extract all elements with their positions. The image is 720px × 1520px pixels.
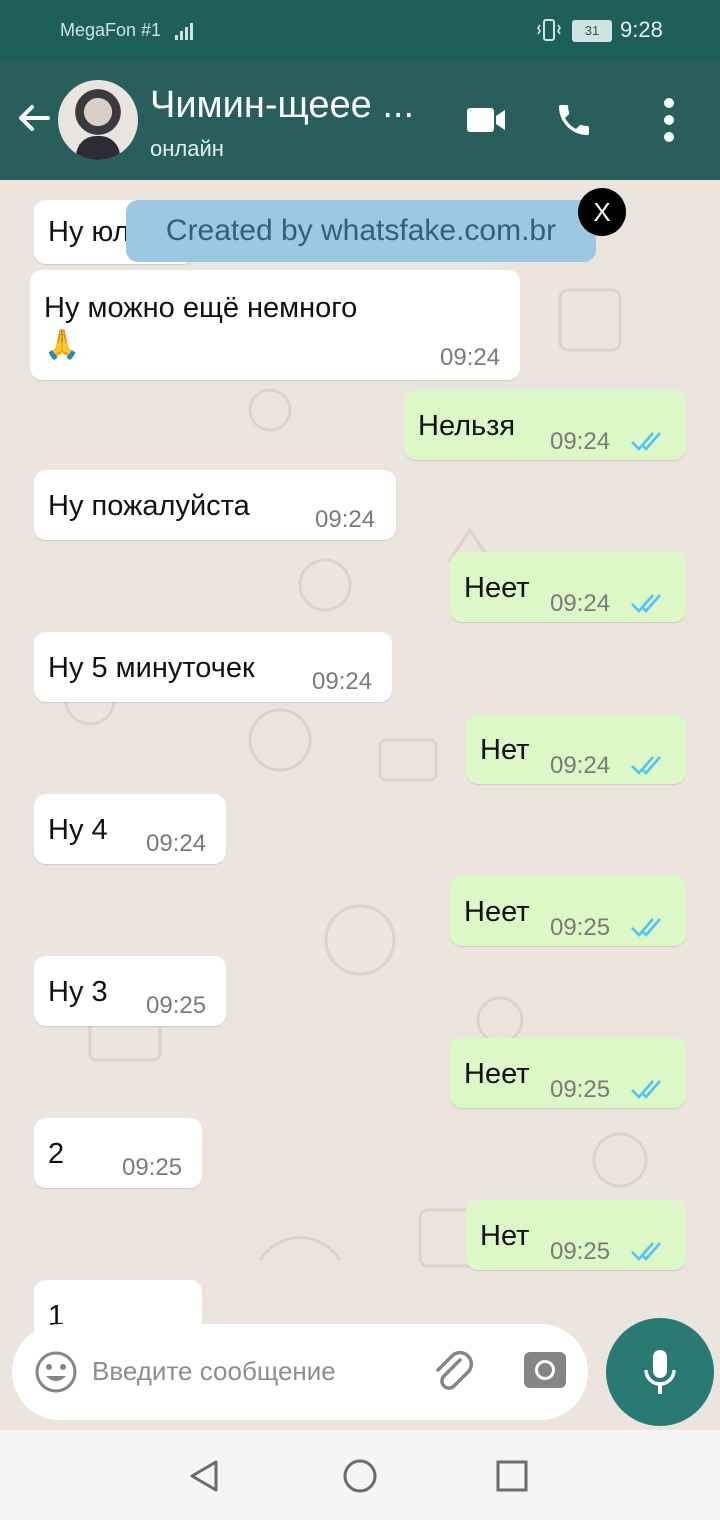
message-time: 09:24 xyxy=(550,752,611,779)
message-bubble[interactable]: Ну 5 минуточек 09:24 xyxy=(34,632,392,702)
message-bubble[interactable]: Нельзя 09:24 xyxy=(404,390,686,460)
message-time: 09:24 xyxy=(440,344,501,371)
contact-name[interactable]: Чимин-щеее ... xyxy=(150,84,414,127)
message-bubble[interactable]: 2 09:25 xyxy=(34,1118,202,1188)
message-bubble[interactable]: Неет 09:24 xyxy=(450,552,686,622)
emoji-icon[interactable] xyxy=(34,1350,78,1394)
message-text: Неет xyxy=(464,896,530,928)
message-text: Неет xyxy=(464,1058,530,1090)
mic-button[interactable] xyxy=(606,1318,714,1426)
message-text: Ну можно ещё немного xyxy=(44,292,358,324)
message-time: 09:24 xyxy=(550,428,611,455)
message-time: 09:24 xyxy=(146,830,207,857)
message-text: Ну юл xyxy=(48,216,130,248)
message-time: 09:25 xyxy=(146,992,207,1019)
back-arrow-icon[interactable] xyxy=(14,98,54,138)
message-text: Нельзя xyxy=(418,410,516,442)
message-text: Нет xyxy=(480,734,530,766)
message-input[interactable]: Введите сообщение xyxy=(92,1356,336,1387)
message-text: Неет xyxy=(464,572,530,604)
message-text: Ну 5 минуточек xyxy=(48,652,255,684)
read-ticks-icon xyxy=(631,756,661,775)
attach-icon[interactable] xyxy=(430,1348,478,1396)
message-time: 09:25 xyxy=(122,1154,183,1181)
message-bubble[interactable]: Ну 4 09:24 xyxy=(34,794,226,864)
message-time: 09:25 xyxy=(550,1076,611,1103)
message-input-bar[interactable]: Введите сообщение xyxy=(12,1324,588,1420)
carrier-name: MegaFon #1 xyxy=(60,20,162,40)
message-bubble[interactable]: Нет 09:24 xyxy=(466,714,686,784)
message-bubble[interactable]: Ну пожалуйста 09:24 xyxy=(34,470,396,540)
message-time: 09:24 xyxy=(312,668,373,695)
status-bar: MegaFon #1 31 9:28 xyxy=(0,0,720,60)
message-bubble[interactable]: Неет 09:25 xyxy=(450,1038,686,1108)
status-time: 9:28 xyxy=(620,17,663,42)
system-nav-bar xyxy=(0,1430,720,1520)
message-time: 09:25 xyxy=(550,1238,611,1265)
read-ticks-icon xyxy=(631,1242,661,1261)
message-time: 09:24 xyxy=(550,590,611,617)
watermark-banner[interactable]: Created by whatsfake.com.br xyxy=(126,200,596,262)
chat-header: Чимин-щеее ... онлайн xyxy=(0,60,720,180)
nav-recents-icon[interactable] xyxy=(494,1458,530,1494)
message-bubble[interactable]: Неет 09:25 xyxy=(450,876,686,946)
message-text: 2 xyxy=(48,1138,65,1170)
message-text: Ну 3 xyxy=(48,976,108,1008)
message-text: Ну пожалуйста xyxy=(48,490,250,522)
message-text: Ну 4 xyxy=(48,814,108,846)
message-time: 09:25 xyxy=(550,914,611,941)
read-ticks-icon xyxy=(631,918,661,937)
read-ticks-icon xyxy=(631,432,661,451)
close-banner-button[interactable]: X xyxy=(578,188,626,236)
message-text: Нет xyxy=(480,1220,530,1252)
mic-icon xyxy=(644,1350,676,1394)
more-vert-icon[interactable] xyxy=(662,96,676,144)
chat-area[interactable]: Ну юл Created by whatsfake.com.br X Ну м… xyxy=(0,180,720,1430)
signal-icon xyxy=(175,23,193,40)
nav-home-icon[interactable] xyxy=(342,1458,378,1494)
contact-status: онлайн xyxy=(150,136,224,161)
nav-back-icon[interactable] xyxy=(186,1458,222,1494)
camera-icon[interactable] xyxy=(522,1348,568,1392)
video-call-icon[interactable] xyxy=(466,106,506,134)
message-bubble[interactable]: Ну 3 09:25 xyxy=(34,956,226,1026)
message-bubble[interactable]: Нет 09:25 xyxy=(466,1200,686,1270)
read-ticks-icon xyxy=(631,594,661,613)
watermark-text: Created by whatsfake.com.br xyxy=(165,214,557,247)
vibrate-icon xyxy=(537,19,561,41)
battery-indicator: 31 xyxy=(572,20,612,42)
read-ticks-icon xyxy=(631,1080,661,1099)
avatar[interactable] xyxy=(58,80,138,160)
message-bubble[interactable]: Ну можно ещё немного 🙏 09:24 xyxy=(30,270,520,380)
message-time: 09:24 xyxy=(315,506,376,533)
phone-icon[interactable] xyxy=(554,100,594,140)
message-emoji: 🙏 xyxy=(44,329,81,361)
